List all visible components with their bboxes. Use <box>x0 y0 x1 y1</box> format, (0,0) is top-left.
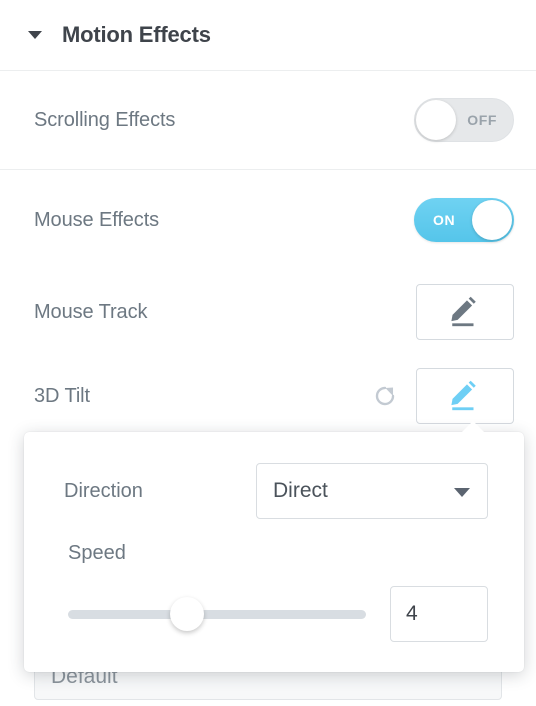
mouse-effects-label: Mouse Effects <box>34 208 160 231</box>
speed-value-input[interactable]: 4 <box>390 586 488 642</box>
speed-slider[interactable] <box>68 597 366 631</box>
popover-content: Direction Direct Speed 4 <box>24 460 524 642</box>
row-direction: Direction Direct <box>64 460 488 522</box>
toggle-knob[interactable] <box>416 100 456 140</box>
toggle-knob[interactable] <box>472 200 512 240</box>
section-header-motion-effects[interactable]: Motion Effects <box>0 0 536 71</box>
3d-tilt-edit-button[interactable] <box>416 368 514 424</box>
direction-select[interactable]: Direct <box>256 463 488 519</box>
scrolling-effects-control: OFF <box>414 98 514 142</box>
mouse-track-edit-button[interactable] <box>416 284 514 340</box>
speed-label: Speed <box>68 541 126 564</box>
mouse-effects-toggle[interactable]: ON <box>414 198 514 242</box>
direction-select-value: Direct <box>273 479 328 502</box>
row-speed-label: Speed <box>64 538 488 568</box>
mouse-track-label: Mouse Track <box>34 300 148 323</box>
pencil-icon <box>451 380 476 411</box>
speed-value-text: 4 <box>406 602 418 625</box>
3d-tilt-control <box>372 368 514 424</box>
scrolling-effects-label: Scrolling Effects <box>34 108 176 131</box>
row-3d-tilt: 3D Tilt <box>0 354 536 438</box>
page-title: Motion Effects <box>62 22 211 47</box>
direction-label: Direction <box>64 479 143 502</box>
row-speed-slider: 4 <box>64 586 488 642</box>
row-mouse-track: Mouse Track <box>0 270 536 354</box>
popover-caret <box>461 421 485 433</box>
reset-button[interactable] <box>372 383 398 409</box>
chevron-down-icon <box>454 488 470 497</box>
pencil-icon <box>451 296 476 327</box>
chevron-down-icon[interactable] <box>28 31 42 39</box>
toggle-state-label: ON <box>433 212 456 228</box>
toggle-state-label: OFF <box>467 112 497 128</box>
reset-icon <box>375 386 395 406</box>
row-scrolling-effects: Scrolling Effects OFF <box>0 71 536 170</box>
speed-slider-thumb[interactable] <box>170 597 205 631</box>
speed-slider-track[interactable] <box>68 609 366 619</box>
mouse-effects-control: ON <box>414 198 514 242</box>
motion-effects-panel: Motion Effects Scrolling Effects OFF Mou… <box>0 0 536 706</box>
mouse-track-control <box>416 284 514 340</box>
row-mouse-effects: Mouse Effects ON <box>0 170 536 270</box>
3d-tilt-settings-popover: Direction Direct Speed 4 <box>24 421 524 672</box>
3d-tilt-label: 3D Tilt <box>34 384 90 407</box>
scrolling-effects-toggle[interactable]: OFF <box>414 98 514 142</box>
